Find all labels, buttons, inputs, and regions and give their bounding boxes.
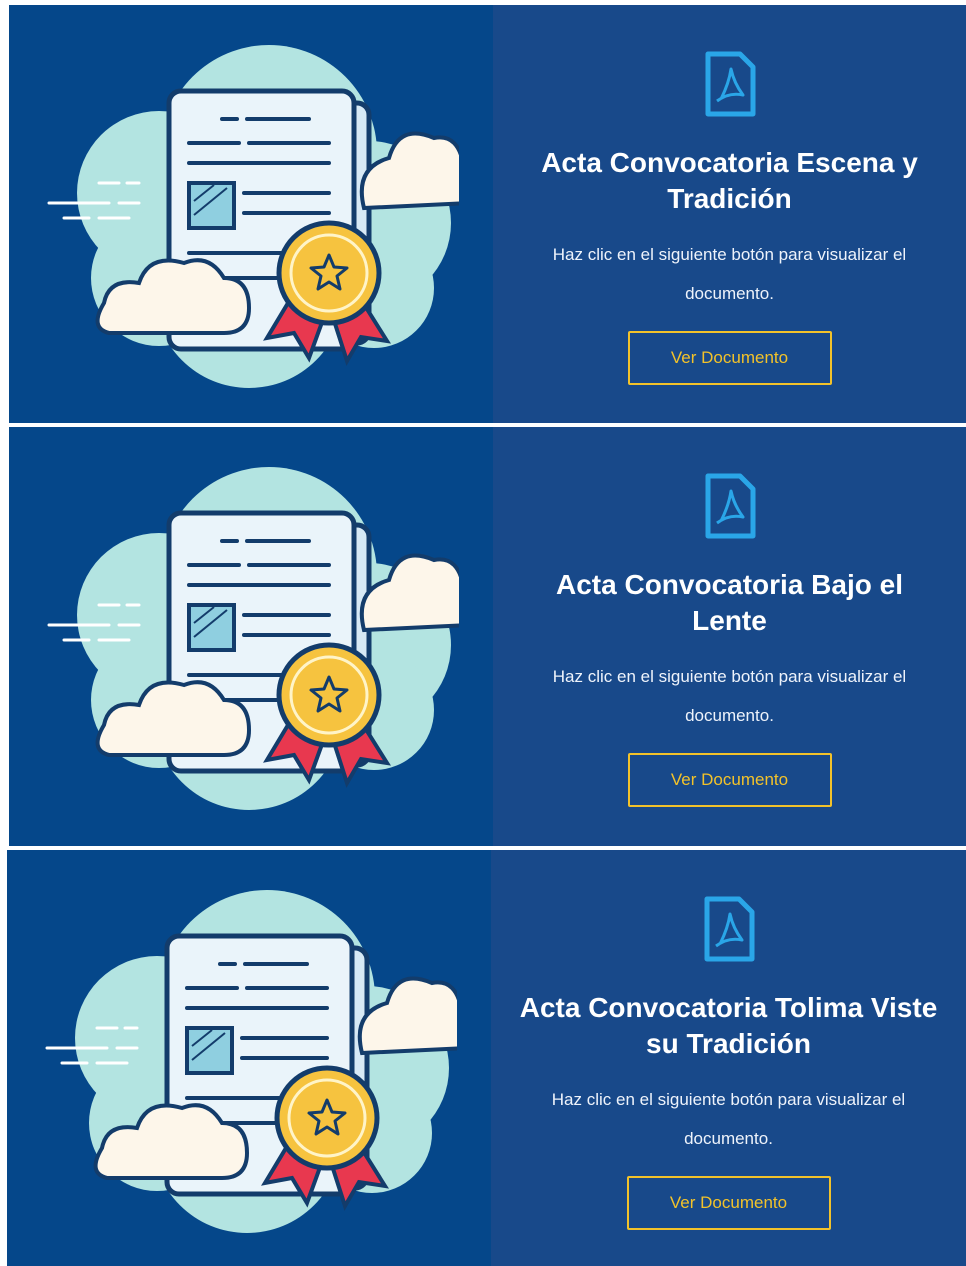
document-card-3: Acta Convocatoria Tolima Viste su Tradic… [7, 850, 966, 1266]
card-content: Acta Convocatoria Escena y Tradición Haz… [493, 5, 966, 423]
card-description: Haz clic en el siguiente botón para visu… [552, 667, 907, 725]
card-illustration [9, 427, 493, 846]
certificate-illustration [45, 890, 457, 1233]
card-illustration [7, 850, 491, 1266]
card-content: Acta Convocatoria Tolima Viste su Tradic… [491, 850, 966, 1266]
certificate-illustration [47, 467, 459, 810]
document-card-2: Acta Convocatoria Bajo el Lente Haz clic… [9, 427, 966, 846]
card-illustration [9, 5, 493, 423]
card-title: Acta Convocatoria Escena y Tradición [541, 147, 918, 214]
pdf-file-icon [705, 473, 755, 539]
certificate-illustration [47, 45, 459, 388]
card-title: Acta Convocatoria Bajo el Lente [556, 569, 903, 636]
pdf-file-icon [704, 896, 754, 962]
card-description: Haz clic en el siguiente botón para visu… [551, 1090, 906, 1148]
document-card-1: Acta Convocatoria Escena y Tradición Haz… [9, 5, 966, 423]
pdf-file-icon [705, 51, 755, 117]
view-document-button[interactable]: Ver Documento [626, 1176, 831, 1230]
card-content: Acta Convocatoria Bajo el Lente Haz clic… [493, 427, 966, 846]
card-title: Acta Convocatoria Tolima Viste su Tradic… [519, 992, 938, 1059]
view-document-button[interactable]: Ver Documento [627, 753, 832, 807]
page: Acta Convocatoria Escena y Tradición Haz… [0, 0, 966, 1266]
view-document-button[interactable]: Ver Documento [627, 331, 832, 385]
card-description: Haz clic en el siguiente botón para visu… [552, 245, 907, 303]
